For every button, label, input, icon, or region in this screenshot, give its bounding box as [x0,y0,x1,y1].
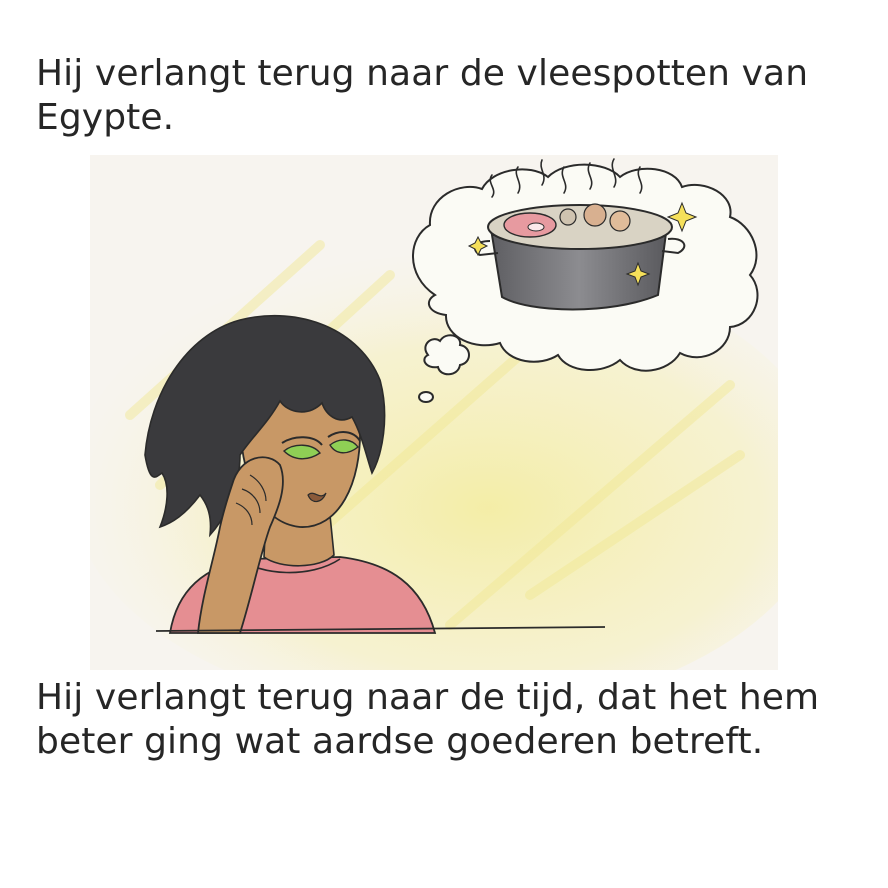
illustration [90,155,778,670]
thought-bubble-tiny [418,391,434,403]
story-page: Hij verlangt terug naar de vleespotten v… [0,0,888,888]
cooking-pot-icon [474,203,686,311]
bottom-caption: Hij verlangt terug naar de tijd, dat het… [36,677,820,762]
drawing [90,155,778,670]
top-caption: Hij verlangt terug naar de vleespotten v… [36,53,809,138]
